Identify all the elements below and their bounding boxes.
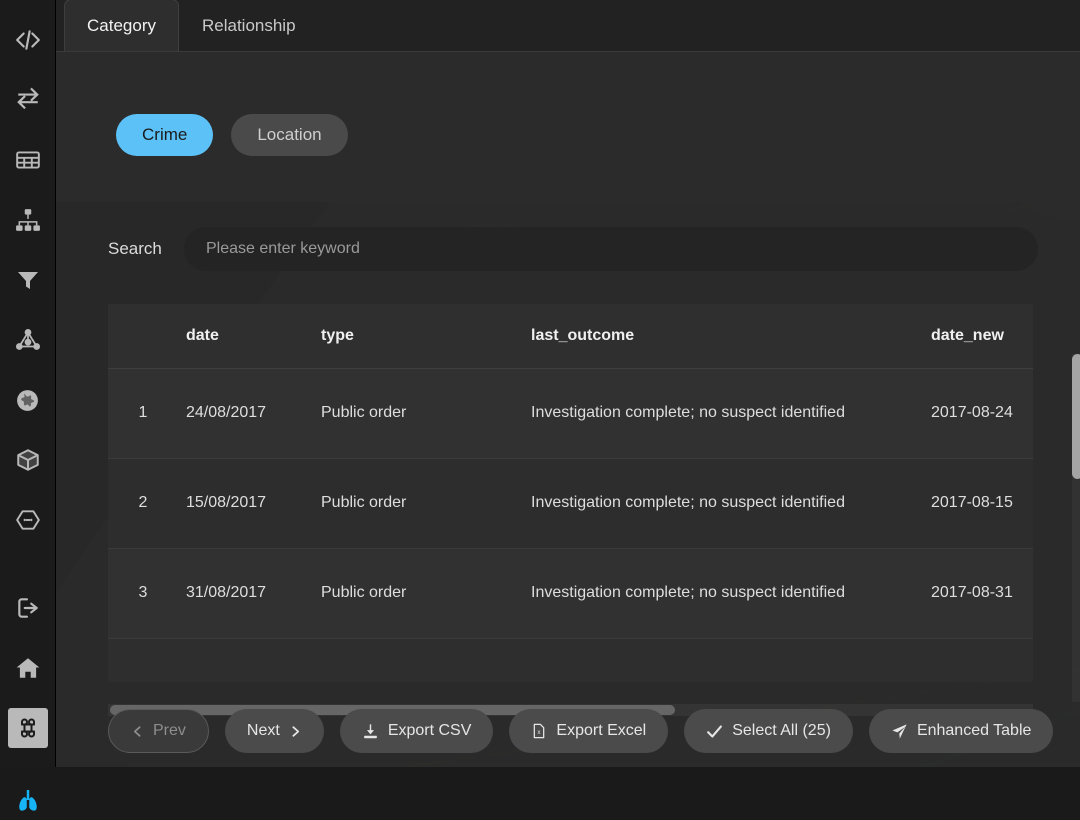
enhanced-table-label: Enhanced Table [917, 722, 1031, 740]
prev-button[interactable]: Prev [108, 709, 209, 753]
table-row[interactable]: 1 24/08/2017 Public order Investigation … [108, 368, 1033, 458]
tab-label: Relationship [202, 16, 296, 36]
cube-icon[interactable] [8, 440, 48, 480]
cell-date-new: 2017-08-15 [923, 458, 1033, 548]
cell-date: 24/08/2017 [178, 368, 313, 458]
sign-out-icon[interactable] [8, 588, 48, 628]
results-table: date type last_outcome date_new 1 24/08/… [108, 304, 1033, 639]
pill-label: Crime [142, 125, 187, 145]
cell-date-new: 2017-08-31 [923, 548, 1033, 638]
select-all-label: Select All (25) [732, 722, 831, 740]
sitemap-icon[interactable] [8, 200, 48, 240]
cell-date: 15/08/2017 [178, 458, 313, 548]
results-table-region: date type last_outcome date_new 1 24/08/… [108, 304, 1080, 704]
cell-index: 1 [108, 368, 178, 458]
paper-plane-icon [891, 723, 908, 740]
table-head: date type last_outcome date_new [108, 304, 1033, 368]
tab-category[interactable]: Category [64, 0, 179, 51]
cell-last-outcome: Investigation complete; no suspect ident… [523, 548, 923, 638]
export-excel-label: Export Excel [556, 722, 646, 740]
cell-index: 2 [108, 458, 178, 548]
main-panel: Crime Location Search date type last_out… [56, 52, 1080, 767]
enhanced-table-button[interactable]: Enhanced Table [869, 709, 1053, 753]
select-all-button[interactable]: Select All (25) [684, 709, 853, 753]
column-header-date-new[interactable]: date_new [923, 304, 1033, 368]
table-body: 1 24/08/2017 Public order Investigation … [108, 368, 1033, 638]
next-button-label: Next [247, 722, 280, 740]
export-csv-label: Export CSV [388, 722, 472, 740]
network-icon[interactable] [8, 320, 48, 360]
column-header-index[interactable] [108, 304, 178, 368]
scrollbar-corner [1072, 702, 1080, 716]
filter-icon[interactable] [8, 260, 48, 300]
command-icon[interactable] [8, 708, 48, 748]
table-row[interactable]: 3 31/08/2017 Public order Investigation … [108, 548, 1033, 638]
cell-type: Public order [313, 368, 523, 458]
prev-button-label: Prev [153, 722, 186, 740]
column-header-type[interactable]: type [313, 304, 523, 368]
excel-file-icon: x [531, 722, 547, 740]
svg-text:x: x [538, 730, 541, 736]
search-row: Search [108, 227, 1038, 271]
globe-icon[interactable] [8, 380, 48, 420]
table-icon[interactable] [8, 140, 48, 180]
category-pill-group: Crime Location [116, 114, 348, 156]
table-action-bar: Prev Next Export CSV x Export Excel [108, 709, 1053, 753]
code-icon[interactable] [8, 20, 48, 60]
check-icon [706, 723, 723, 740]
download-icon [362, 723, 379, 740]
cell-last-outcome: Investigation complete; no suspect ident… [523, 368, 923, 458]
tab-bar: Category Relationship [56, 0, 1080, 52]
export-excel-button[interactable]: x Export Excel [509, 709, 668, 753]
cell-type: Public order [313, 548, 523, 638]
table-vertical-scrollbar[interactable] [1072, 354, 1080, 702]
cell-date: 31/08/2017 [178, 548, 313, 638]
home-icon[interactable] [8, 648, 48, 688]
cell-last-outcome: Investigation complete; no suspect ident… [523, 458, 923, 548]
export-csv-button[interactable]: Export CSV [340, 709, 494, 753]
next-button[interactable]: Next [225, 709, 324, 753]
vertical-scrollbar-thumb[interactable] [1072, 354, 1080, 479]
table-row[interactable]: 2 15/08/2017 Public order Investigation … [108, 458, 1033, 548]
column-header-last-outcome[interactable]: last_outcome [523, 304, 923, 368]
table-scroll-viewport[interactable]: date type last_outcome date_new 1 24/08/… [108, 304, 1033, 682]
cell-index: 3 [108, 548, 178, 638]
chevron-right-icon [289, 724, 302, 739]
lungs-icon[interactable] [8, 780, 48, 820]
pill-location[interactable]: Location [231, 114, 347, 156]
pill-crime[interactable]: Crime [116, 114, 213, 156]
chevron-left-icon [131, 724, 144, 739]
exchange-icon[interactable] [8, 80, 48, 120]
column-header-date[interactable]: date [178, 304, 313, 368]
left-sidebar [0, 0, 56, 767]
search-input[interactable] [184, 227, 1038, 271]
tab-relationship[interactable]: Relationship [179, 0, 319, 51]
tab-label: Category [87, 16, 156, 36]
search-label: Search [108, 239, 184, 259]
hexagon-icon[interactable] [8, 500, 48, 540]
table-header-row: date type last_outcome date_new [108, 304, 1033, 368]
cell-date-new: 2017-08-24 [923, 368, 1033, 458]
pill-label: Location [257, 125, 321, 145]
cell-type: Public order [313, 458, 523, 548]
